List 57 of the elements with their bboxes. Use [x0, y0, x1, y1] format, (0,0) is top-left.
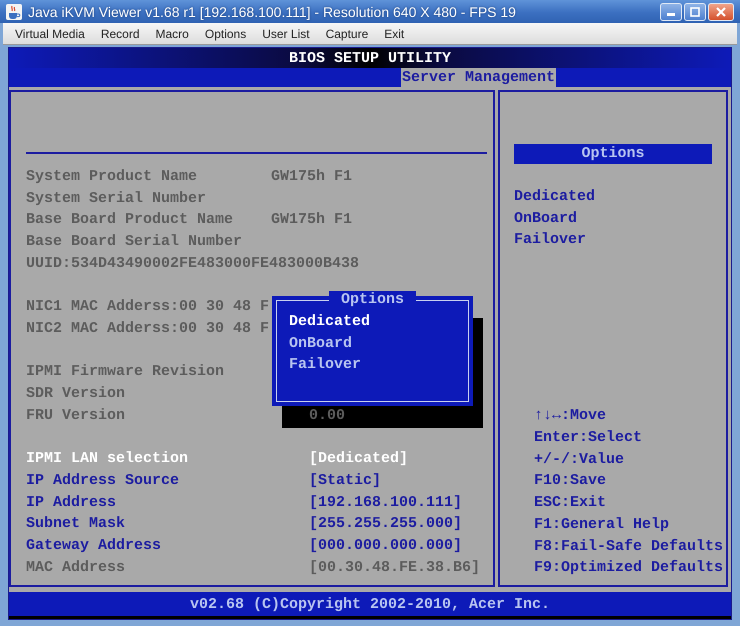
help-text: F9:Optimized Defaults — [534, 558, 724, 578]
menu-item[interactable]: Options — [196, 26, 254, 40]
info-label: Base Board Product Name — [26, 210, 234, 230]
maximize-button[interactable] — [684, 2, 706, 20]
window-title: Java iKVM Viewer v1.68 r1 [192.168.100.111] - Resolution 640 X 480 - FPS 19 — [28, 4, 517, 20]
setting-value: [00.30.48.FE.38.B6] — [309, 558, 482, 578]
setting-value[interactable]: [192.168.100.111] — [309, 492, 493, 514]
option-text: OnBoard — [514, 208, 578, 229]
tab[interactable]: Server Management — [401, 68, 556, 87]
info-label: IPMI Firmware Revision — [26, 362, 224, 382]
popup-option[interactable]: Dedicated — [289, 311, 468, 333]
info-label: System Serial Number — [26, 188, 206, 209]
options-heading: Options — [514, 144, 712, 164]
minimize-button[interactable] — [660, 2, 682, 20]
setting-label[interactable]: IP Address — [26, 492, 309, 514]
close-icon — [716, 6, 726, 16]
setting-label[interactable]: Gateway Address — [26, 534, 309, 557]
setting-label[interactable]: Subnet Mask — [26, 513, 309, 535]
setting-label: MAC Address — [26, 558, 126, 578]
close-button[interactable] — [708, 2, 734, 20]
info-label: NIC1 MAC Adderss:00 30 48 F — [26, 297, 270, 318]
option-text: Failover — [514, 230, 588, 250]
info-value: GW175h F1 — [271, 167, 354, 187]
menu-item[interactable]: Capture — [318, 26, 376, 40]
info-label: FRU Version — [26, 406, 126, 426]
menu-item[interactable]: Record — [92, 26, 148, 40]
menu-item[interactable]: Macro — [148, 26, 197, 40]
popup-option[interactable]: OnBoard — [289, 332, 468, 354]
java-cup-icon — [6, 4, 22, 20]
info-label: NIC2 MAC Adderss:00 30 48 F — [26, 318, 270, 339]
setting-value[interactable]: [000.000.000.000] — [309, 534, 493, 557]
copyright-text: v02.68 (C)Copyright 2002-2010, Acer Inc. — [190, 596, 550, 612]
info-label: UUID:534D43490002FE483000FE483000B438 — [26, 254, 360, 274]
setting-value[interactable]: [Static] — [309, 470, 493, 492]
info-value: GW175h F1 — [271, 210, 354, 230]
option-text: Dedicated — [514, 187, 596, 207]
help-text: ↑↓↔:Move — [534, 406, 608, 426]
menu-item[interactable]: User List — [254, 26, 318, 40]
info-value: 0.00 — [309, 406, 346, 426]
help-text: Enter:Select — [534, 428, 644, 448]
info-label: SDR Version — [26, 384, 126, 404]
popup-option[interactable]: Failover — [289, 354, 468, 376]
menu-item[interactable]: Exit — [376, 26, 412, 40]
setting-value[interactable]: [255.255.255.000] — [309, 513, 493, 535]
maximize-icon — [690, 6, 700, 16]
help-text: F10:Save — [534, 471, 608, 492]
help-text: F8:Fail-Safe Defaults — [534, 536, 724, 557]
setting-label[interactable]: IP Address Source — [26, 470, 309, 492]
info-label: Base Board Serial Number — [26, 232, 242, 252]
help-text: ESC:Exit — [534, 493, 608, 514]
bios-title: BIOS SETUP UTILITY — [288, 50, 452, 66]
popup-title: Options — [328, 291, 416, 308]
help-text: F1:General Help — [534, 514, 670, 535]
minimize-icon — [667, 13, 675, 16]
help-text: +/-/:Value — [534, 450, 626, 470]
menu-item[interactable]: Virtual Media — [7, 26, 93, 40]
info-label: System Product Name — [26, 167, 198, 187]
